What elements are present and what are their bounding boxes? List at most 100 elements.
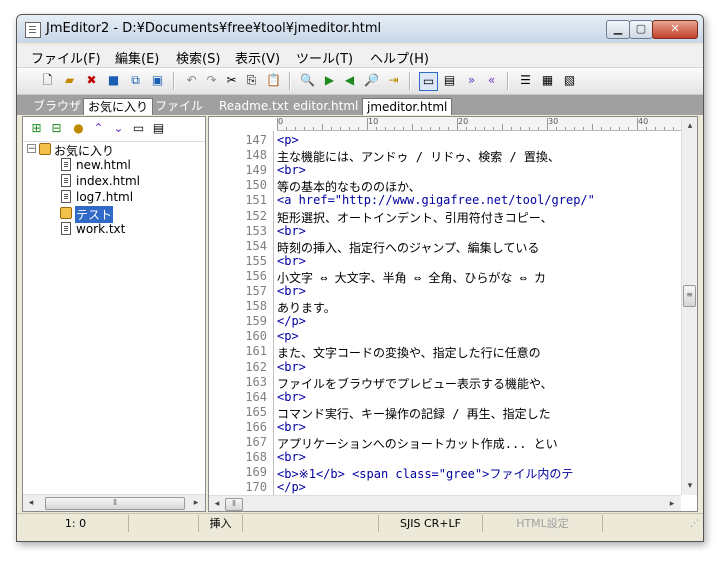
scroll-up-arrow-icon[interactable]: ▴ [683,119,697,133]
scroll-down-arrow-icon[interactable]: ▾ [683,479,697,493]
code-line[interactable]: <br> [277,254,306,268]
scroll-left-arrow-icon[interactable]: ◂ [24,496,38,510]
ruler-tick [664,127,665,130]
code-line[interactable]: <p> [277,329,299,343]
code-line[interactable]: <a href="http://www.gigafree.net/tool/gr… [277,193,595,207]
pane-split-icon[interactable]: ▤ [441,72,458,89]
toolbar: 🗋 ▰ ✖ ■ ⧉ ▣ ↶ ↷ ✂ ⎘ 📋 🔍 ▶ ◀ 🔎 ⇥ ▭ ▤ » « … [17,68,703,95]
menu-view[interactable]: 表示(V) [235,48,280,67]
code-line[interactable]: </p> [277,480,306,494]
toolbar-separator [507,72,509,90]
add-favorite-icon[interactable]: ⊞ [29,121,44,136]
redo-icon[interactable]: ↷ [203,72,220,89]
code-line[interactable]: アプリケーションへのショートカット作成... とい [277,435,558,452]
code-line[interactable]: <p> [277,133,299,147]
code-line[interactable]: <br> [277,224,306,238]
title-bar[interactable]: JmEditor2 - D:¥Documents¥free¥tool¥jmedi… [17,15,703,43]
menu-help[interactable]: ヘルプ(H) [370,48,429,67]
save-as-icon[interactable]: ▣ [149,72,166,89]
code-line[interactable]: <br> [277,360,306,374]
code-line[interactable]: 矩形選択、オートインデント、引用符付きコピー、 [277,209,553,226]
list-icon[interactable]: ☰ [517,72,534,89]
code-line[interactable]: </p> [277,314,306,328]
new-file-icon[interactable]: 🗋 [39,72,56,89]
code-line[interactable]: 時刻の挿入、指定行へのジャンプ、編集している [277,239,539,256]
code-line[interactable]: <b>※1</b> <span class="gree">ファイル内のテ [277,465,573,482]
move-down-icon[interactable]: ⌄ [111,121,126,136]
app-icon[interactable] [25,22,41,38]
doc-tab-readme[interactable]: Readme.txt [215,98,293,115]
pane-single-icon[interactable]: ▭ [419,72,438,91]
code-line[interactable]: <br> [277,450,306,464]
resize-grip-icon[interactable]: ⋰ [690,519,700,529]
column-ruler: 0 10 20 30 40 [277,117,681,131]
status-blank [129,515,199,532]
forward-icon[interactable]: » [463,72,480,89]
code-line[interactable]: 主な機能には、アンドゥ / リドゥ、検索 / 置換、 [277,148,560,165]
add-folder-icon[interactable]: ⊟ [49,121,64,136]
replace-icon[interactable]: 🔎 [363,72,380,89]
paste-icon[interactable]: 📋 [265,72,282,89]
scroll-right-arrow-icon[interactable]: ▸ [189,496,203,510]
editor-vscrollbar[interactable]: ▴ ≡ ▾ [681,117,697,495]
find-prev-icon[interactable]: ◀ [341,72,358,89]
properties-icon[interactable]: ▦ [539,72,556,89]
ruler-tick [403,127,404,130]
undo-icon[interactable]: ↶ [183,72,200,89]
jump-icon[interactable]: ⇥ [385,72,402,89]
code-line[interactable]: <br> [277,420,306,434]
ruler-tick [565,127,566,130]
code-line[interactable]: <br> [277,390,306,404]
open-folder-icon[interactable]: ▰ [61,72,78,89]
code-line[interactable]: また、文字コードの変換や、指定した行に任意の [277,344,541,361]
minimize-button[interactable]: ▁ [606,20,630,39]
move-up-icon[interactable]: ⌃ [91,121,106,136]
ruler-label: 0 [278,117,284,126]
delete-icon[interactable]: ▤ [151,121,166,136]
find-next-icon[interactable]: ▶ [321,72,338,89]
menu-edit[interactable]: 編集(E) [115,48,159,67]
cut-icon[interactable]: ✂ [223,72,240,89]
code-line[interactable]: 小文字 ⇔ 大文字、半角 ⇔ 全角、ひらがな ⇔ カ [277,269,546,286]
scroll-thumb[interactable]: ⦀ [45,497,185,510]
favorite-folder-icon[interactable]: ● [71,121,86,136]
rename-icon[interactable]: ▭ [131,121,146,136]
settings-status[interactable]: HTML設定 [483,515,603,532]
favorites-hscrollbar[interactable]: ◂ ⦀ ▸ [23,494,205,511]
ruler-tick [619,127,620,130]
code-line[interactable]: ファイルをブラウザでプレビュー表示する機能や、 [277,375,553,392]
ruler-tick [601,127,602,130]
line-number: 162 [245,359,267,374]
editor-hscrollbar[interactable]: ◂ ⦀ ▸ [209,495,681,511]
close-file-icon[interactable]: ✖ [83,72,100,89]
ruler-tick [313,127,314,130]
menu-search[interactable]: 検索(S) [176,48,220,67]
save-icon[interactable]: ■ [105,72,122,89]
maximize-button[interactable]: ▢ [629,20,653,39]
menu-file[interactable]: ファイル(F) [31,48,101,67]
tab-browser[interactable]: ブラウザ [29,98,85,115]
scroll-right-arrow-icon[interactable]: ▸ [665,497,679,511]
menu-tools[interactable]: ツール(T) [296,48,353,67]
code-line[interactable]: コマンド実行、キー操作の記録 / 再生、指定した [277,405,551,422]
save-all-icon[interactable]: ⧉ [127,72,144,89]
encoding-status[interactable]: SJIS CR+LF [379,515,483,532]
scroll-thumb[interactable]: ≡ [683,285,696,307]
line-number: 150 [245,178,267,193]
doc-tab-jmeditor[interactable]: jmeditor.html [362,98,453,115]
code-line[interactable]: <br> [277,284,306,298]
copy-icon[interactable]: ⎘ [243,72,260,89]
find-icon[interactable]: 🔍 [299,72,316,89]
close-button[interactable]: ✕ [652,20,698,39]
line-number: 165 [245,404,267,419]
preview-icon[interactable]: ▧ [561,72,578,89]
back-icon[interactable]: « [483,72,500,89]
code-line[interactable]: <br> [277,163,306,177]
scroll-left-arrow-icon[interactable]: ◂ [210,497,224,511]
scroll-thumb[interactable]: ⦀ [225,498,243,511]
editor-pane[interactable]: 0 10 20 30 40 147 <p> 148 主な機能には、アンドゥ / リドゥ… [208,116,698,512]
doc-tab-editor[interactable]: editor.html [289,98,362,115]
collapse-icon[interactable]: − [27,144,36,154]
tab-favorites[interactable]: お気に入り [83,98,154,115]
tab-files[interactable]: ファイル [151,98,207,115]
